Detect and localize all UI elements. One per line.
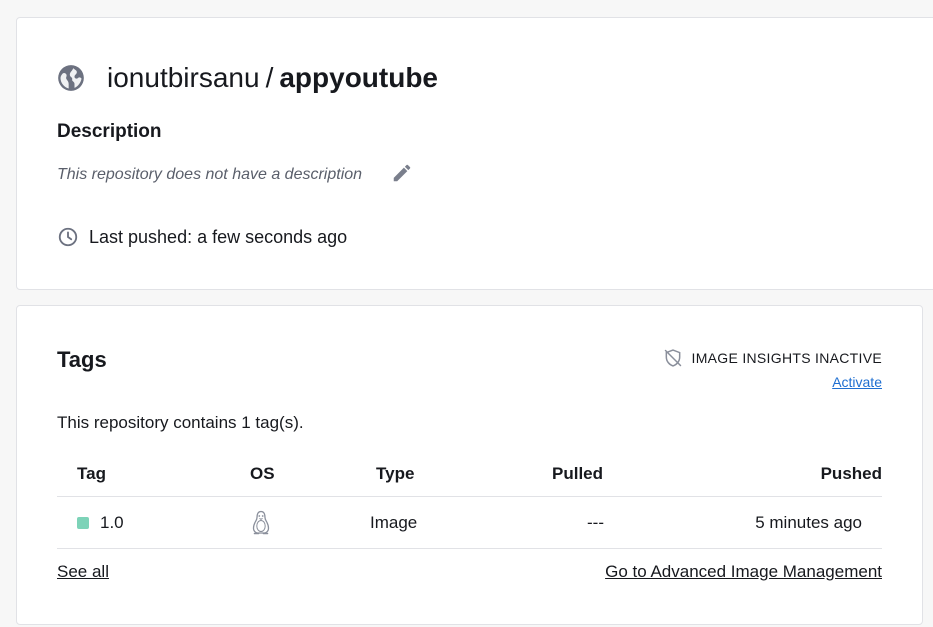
- type-cell: Image: [370, 512, 418, 532]
- tag-count-text: This repository contains 1 tag(s).: [57, 413, 304, 432]
- linux-icon: [252, 510, 270, 535]
- image-insights-status: IMAGE INSIGHTS INACTIVE Activate: [663, 348, 882, 392]
- repository-info-card: ionutbirsanu / appyoutube Description Th…: [16, 17, 933, 290]
- image-insights-label: IMAGE INSIGHTS INACTIVE: [691, 350, 882, 366]
- repo-separator: /: [265, 62, 274, 93]
- last-pushed: Last pushed: a few seconds ago: [57, 226, 347, 248]
- column-header-os[interactable]: OS: [250, 464, 275, 484]
- activate-link[interactable]: Activate: [832, 374, 882, 390]
- pulled-cell: ---: [587, 512, 604, 532]
- pushed-cell: 5 minutes ago: [755, 512, 862, 532]
- clock-icon: [58, 227, 78, 247]
- shield-off-icon: [664, 349, 681, 367]
- see-all-link[interactable]: See all: [57, 562, 109, 582]
- globe-icon: [58, 65, 84, 91]
- column-header-type[interactable]: Type: [376, 464, 414, 484]
- advanced-image-management-link[interactable]: Go to Advanced Image Management: [605, 562, 882, 582]
- tags-heading: Tags: [57, 347, 107, 372]
- tags-card: Tags IMAGE INSIGHTS INACTIVE Activate Th…: [16, 305, 923, 625]
- column-header-tag[interactable]: Tag: [77, 464, 106, 484]
- tags-table: Tag OS Type Pulled Pushed 1.0 Image --- …: [57, 451, 882, 549]
- column-header-pushed[interactable]: Pushed: [821, 464, 882, 484]
- os-cell: [250, 510, 272, 541]
- column-header-pulled[interactable]: Pulled: [552, 464, 603, 484]
- repo-namespace: ionutbirsanu: [107, 62, 260, 93]
- tag-cell[interactable]: 1.0: [77, 513, 124, 533]
- tag-status-indicator: [77, 516, 89, 529]
- repo-name: appyoutube: [279, 62, 439, 93]
- table-header: Tag OS Type Pulled Pushed: [57, 451, 882, 497]
- last-pushed-text: Last pushed: a few seconds ago: [89, 226, 348, 247]
- edit-description-pencil-icon[interactable]: [391, 162, 413, 184]
- description-text: This repository does not have a descript…: [57, 166, 363, 183]
- repo-title: ionutbirsanu / appyoutube: [57, 60, 438, 96]
- table-row[interactable]: 1.0 Image --- 5 minutes ago: [57, 497, 882, 549]
- description-heading: Description: [57, 121, 162, 142]
- tag-name[interactable]: 1.0: [100, 513, 124, 533]
- tags-footer: See all Go to Advanced Image Management: [57, 562, 882, 584]
